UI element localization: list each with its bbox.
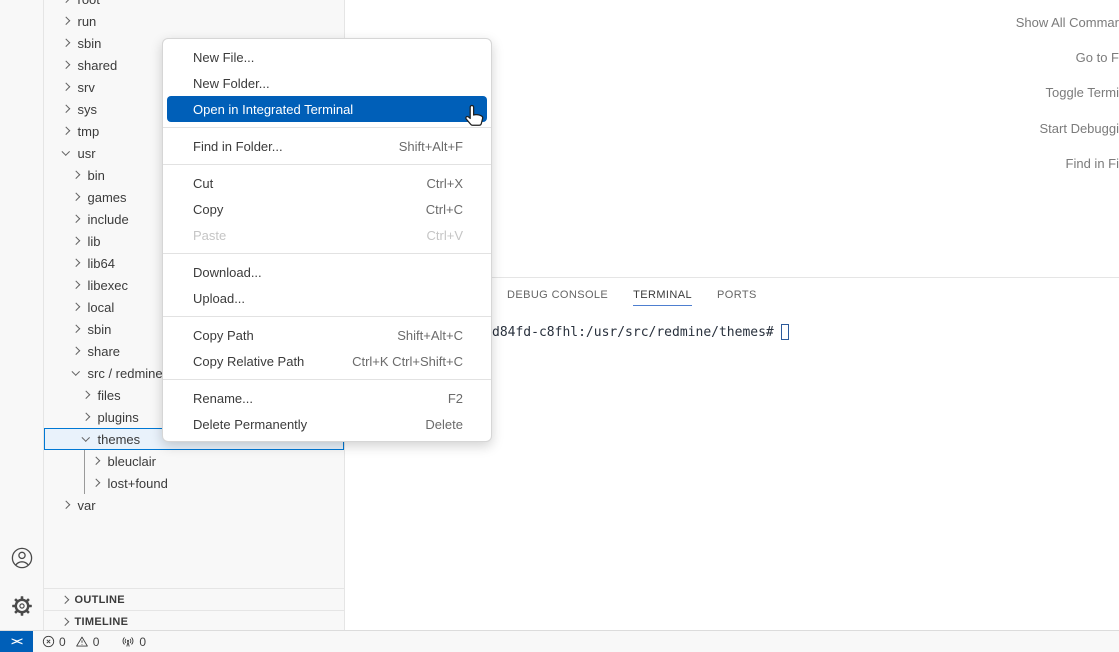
mouse-cursor-pointer-icon: [463, 103, 486, 135]
warning-count: 0: [93, 635, 100, 649]
menu-separator: [163, 379, 491, 380]
terminal-prompt: d84fd-c8fhl:/usr/src/redmine/themes#: [492, 325, 774, 340]
menu-separator: [163, 127, 491, 128]
menu-item-open-in-integrated-terminal[interactable]: Open in Integrated Terminal: [167, 96, 487, 122]
chevron-right-icon: [62, 127, 70, 135]
chevron-right-icon: [62, 501, 70, 509]
error-count: 0: [59, 635, 66, 649]
chevron-right-icon: [72, 281, 80, 289]
tab-debug-console[interactable]: DEBUG CONSOLE: [507, 283, 608, 307]
chevron-right-icon: [82, 413, 90, 421]
chevron-right-icon: [62, 39, 70, 47]
tree-item-root[interactable]: root: [44, 0, 344, 10]
tree-indent-guide: [84, 450, 85, 494]
chevron-right-icon: [92, 479, 100, 487]
menu-separator: [163, 164, 491, 165]
menu-item-copy-path[interactable]: Copy Path Shift+Alt+C: [163, 322, 491, 348]
menu-item-download[interactable]: Download...: [163, 259, 491, 285]
chevron-right-icon: [72, 237, 80, 245]
chevron-right-icon: [72, 171, 80, 179]
chevron-right-icon: [72, 259, 80, 267]
chevron-right-icon: [72, 303, 80, 311]
menu-item-rename[interactable]: Rename... F2: [163, 385, 491, 411]
settings-gear-icon[interactable]: [10, 594, 34, 618]
explorer-context-menu: New File... New Folder... Open in Integr…: [162, 38, 492, 442]
tree-item-bleuclair[interactable]: bleuclair: [44, 450, 344, 472]
tab-ports[interactable]: PORTS: [717, 283, 757, 307]
chevron-right-icon: [72, 325, 80, 333]
chevron-right-icon: [72, 347, 80, 355]
status-bar: >< 0 0 0: [0, 630, 1119, 652]
watermark-show-all-commands: Show All Commar: [1016, 15, 1119, 31]
remote-indicator[interactable]: ><: [0, 631, 33, 652]
watermark-toggle-terminal: Toggle Termi: [1046, 85, 1119, 101]
problems-indicator[interactable]: 0 0: [42, 635, 99, 649]
menu-item-copy[interactable]: Copy Ctrl+C: [163, 196, 491, 222]
chevron-right-icon: [82, 391, 90, 399]
activity-bar: [0, 0, 44, 630]
radio-tower-icon: [121, 635, 135, 649]
remote-icon: ><: [11, 636, 22, 648]
menu-separator: [163, 316, 491, 317]
tab-terminal[interactable]: TERMINAL: [633, 283, 692, 307]
menu-item-new-folder[interactable]: New Folder...: [163, 70, 491, 96]
sidebar-section-timeline[interactable]: TIMELINE: [44, 610, 344, 630]
menu-separator: [163, 253, 491, 254]
chevron-down-icon: [82, 434, 90, 442]
terminal-cursor: [781, 324, 789, 340]
chevron-right-icon: [62, 83, 70, 91]
watermark-find-in-files: Find in Fi: [1066, 156, 1119, 172]
tree-item-var[interactable]: var: [44, 494, 344, 516]
sidebar-section-outline[interactable]: OUTLINE: [44, 588, 344, 610]
chevron-right-icon: [61, 596, 69, 604]
menu-item-paste: Paste Ctrl+V: [163, 222, 491, 248]
warning-triangle-icon: [75, 635, 89, 648]
watermark-go-to-file: Go to F: [1076, 50, 1119, 66]
chevron-right-icon: [92, 457, 100, 465]
menu-item-upload[interactable]: Upload...: [163, 285, 491, 311]
chevron-right-icon: [62, 105, 70, 113]
chevron-right-icon: [62, 61, 70, 69]
menu-item-new-file[interactable]: New File...: [163, 44, 491, 70]
chevron-right-icon: [61, 618, 69, 626]
menu-item-copy-relative-path[interactable]: Copy Relative Path Ctrl+K Ctrl+Shift+C: [163, 348, 491, 374]
menu-item-delete-permanently[interactable]: Delete Permanently Delete: [163, 411, 491, 437]
chevron-right-icon: [62, 17, 70, 25]
chevron-down-icon: [72, 368, 80, 376]
ports-indicator[interactable]: 0: [121, 635, 146, 649]
chevron-right-icon: [72, 215, 80, 223]
chevron-down-icon: [62, 148, 70, 156]
chevron-right-icon: [72, 193, 80, 201]
menu-item-find-in-folder[interactable]: Find in Folder... Shift+Alt+F: [163, 133, 491, 159]
error-circle-icon: [42, 635, 55, 648]
watermark-start-debugging: Start Debuggi: [1040, 121, 1119, 137]
tree-item-run[interactable]: run: [44, 10, 344, 32]
menu-item-cut[interactable]: Cut Ctrl+X: [163, 170, 491, 196]
terminal-content[interactable]: d84fd-c8fhl:/usr/src/redmine/themes#: [492, 324, 789, 340]
chevron-right-icon: [62, 0, 70, 3]
ports-count: 0: [139, 635, 146, 649]
tree-item-lost-found[interactable]: lost+found: [44, 472, 344, 494]
account-icon[interactable]: [10, 546, 34, 570]
